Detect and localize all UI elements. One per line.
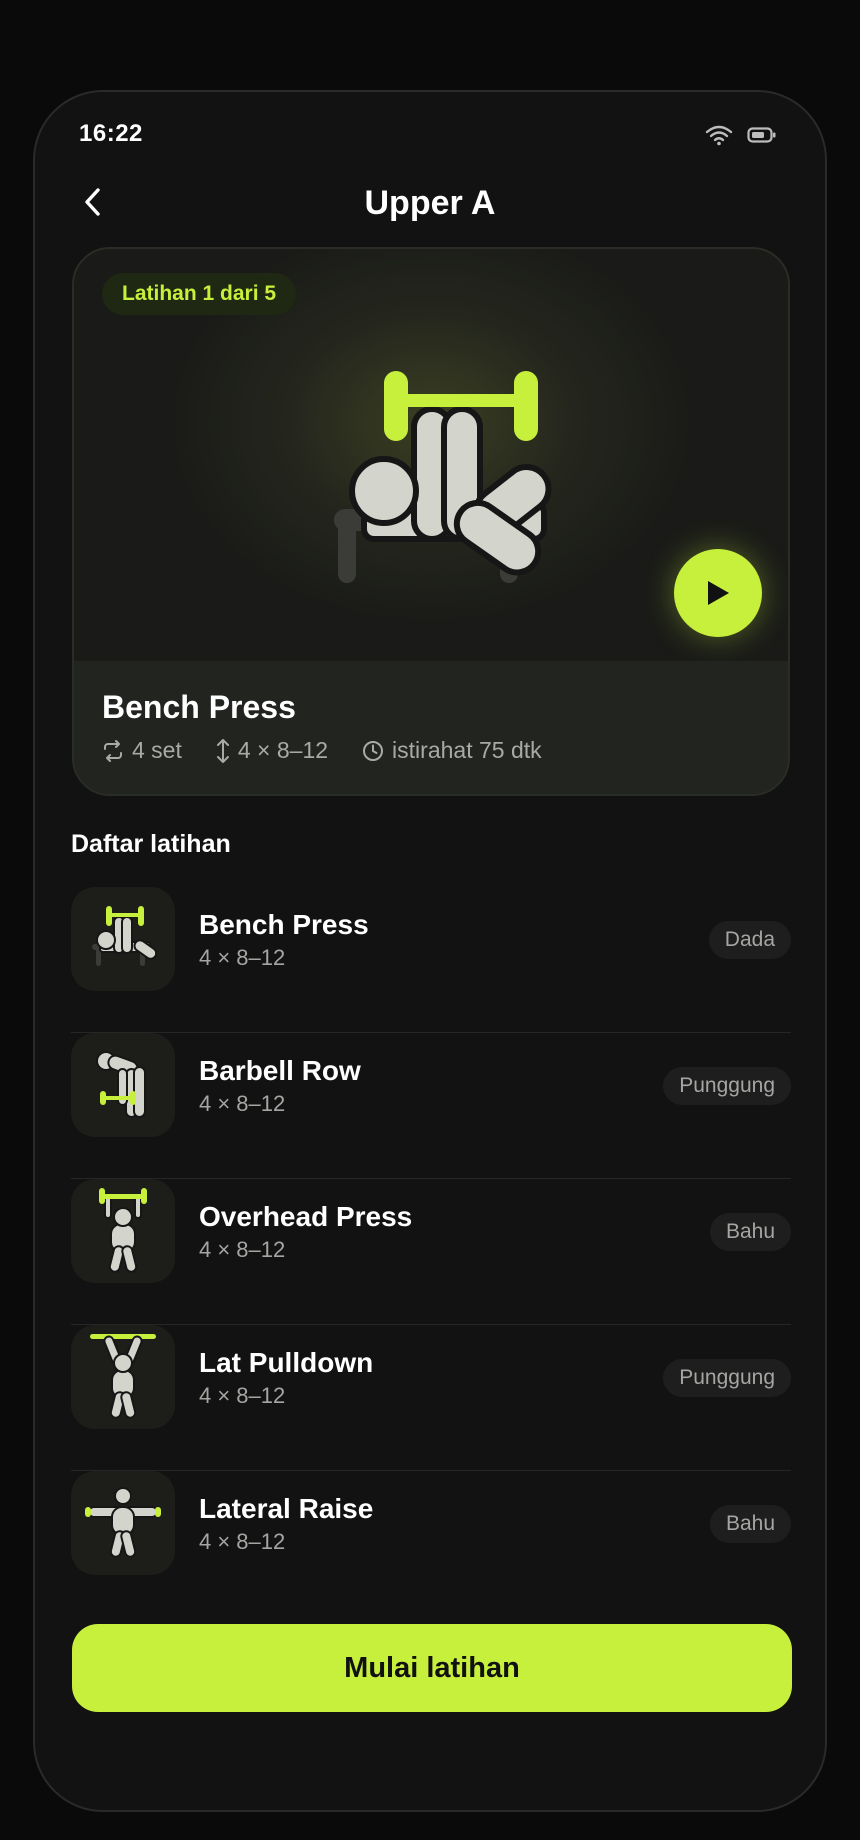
- exercise-name: Overhead Press: [199, 1201, 413, 1232]
- exercise-thumbnail: [71, 1033, 175, 1137]
- exercise-name: Lateral Raise: [199, 1493, 374, 1524]
- play-video-button[interactable]: [674, 549, 762, 637]
- exercise-meta: 4 set 4 × 8–12 istirahat 75 dtk: [102, 737, 542, 764]
- exercise-name: Barbell Row: [199, 1055, 361, 1086]
- reps-info: 4 × 8–12: [216, 737, 328, 764]
- progress-badge: Latihan 1 dari 5: [102, 273, 297, 315]
- bench-press-icon: [92, 906, 158, 966]
- rest-info: istirahat 75 dtk: [362, 737, 542, 764]
- exercise-name: Bench Press: [102, 689, 296, 725]
- list-item[interactable]: Lat Pulldown 4 × 8–12 Punggung: [71, 1325, 791, 1471]
- exercise-sets: 4 × 8–12: [199, 1529, 286, 1554]
- page-title: Upper A: [364, 184, 496, 222]
- exercise-thumbnail: [71, 1325, 175, 1429]
- list-item[interactable]: Bench Press 4 × 8–12 Dada: [71, 887, 791, 1033]
- exercise-sets: 4 × 8–12: [199, 1237, 286, 1262]
- lateral-raise-icon: [85, 1487, 161, 1558]
- barbell-row-icon: [96, 1051, 146, 1118]
- status-time: 16:22: [79, 120, 143, 147]
- exercise-thumbnail: [71, 1471, 175, 1575]
- exercise-thumbnail: [71, 1179, 175, 1283]
- muscle-tag: Punggung: [663, 1359, 791, 1397]
- muscle-tag: Dada: [708, 921, 791, 959]
- battery-icon: [747, 126, 777, 149]
- start-workout-button[interactable]: Mulai latihan: [72, 1624, 792, 1712]
- muscle-tag: Bahu: [709, 1505, 791, 1543]
- exercise-name: Lat Pulldown: [199, 1347, 374, 1378]
- lat-pulldown-icon: [90, 1334, 156, 1419]
- clock-icon: [363, 740, 384, 761]
- exercise-thumbnail: [71, 887, 175, 991]
- status-bar: 16:22: [35, 120, 825, 160]
- list-item[interactable]: Barbell Row 4 × 8–12 Punggung: [71, 1033, 791, 1179]
- sets-label: 4 set: [132, 737, 182, 763]
- exercise-sets: 4 × 8–12: [199, 1091, 286, 1116]
- exercise-list: Bench Press 4 × 8–12 Dada Barbell Row 4 …: [71, 887, 791, 1617]
- play-icon: [708, 581, 729, 605]
- exercise-name: Bench Press: [199, 909, 369, 940]
- bench-press-illustration: [304, 369, 564, 594]
- repeat-icon: [104, 739, 122, 762]
- overhead-press-icon: [99, 1188, 147, 1273]
- sets-info: 4 set: [102, 737, 182, 764]
- phone-frame: 16:22 Upper A Latihan 1 dari 5 Bench Pre…: [33, 90, 827, 1812]
- exercise-sets: 4 × 8–12: [199, 1383, 286, 1408]
- exercise-sets: 4 × 8–12: [199, 945, 286, 970]
- exercise-info: Bench Press 4 set 4 × 8–12 istirahat 75 …: [74, 661, 788, 794]
- muscle-tag: Punggung: [663, 1067, 791, 1105]
- reps-label: 4 × 8–12: [237, 737, 329, 763]
- section-title: Daftar latihan: [71, 830, 231, 858]
- muscle-tag: Bahu: [709, 1213, 791, 1251]
- header: Upper A: [35, 172, 825, 242]
- up-down-arrow-icon: [216, 738, 229, 763]
- list-item[interactable]: Overhead Press 4 × 8–12 Bahu: [71, 1179, 791, 1325]
- current-exercise-card: Latihan 1 dari 5 Bench Press 4 set 4 × 8…: [72, 247, 790, 796]
- status-icons: [705, 124, 777, 151]
- list-item[interactable]: Lateral Raise 4 × 8–12 Bahu: [71, 1471, 791, 1617]
- exercise-preview: Latihan 1 dari 5: [74, 249, 788, 661]
- rest-label: istirahat 75 dtk: [392, 737, 542, 763]
- wifi-icon: [705, 124, 733, 151]
